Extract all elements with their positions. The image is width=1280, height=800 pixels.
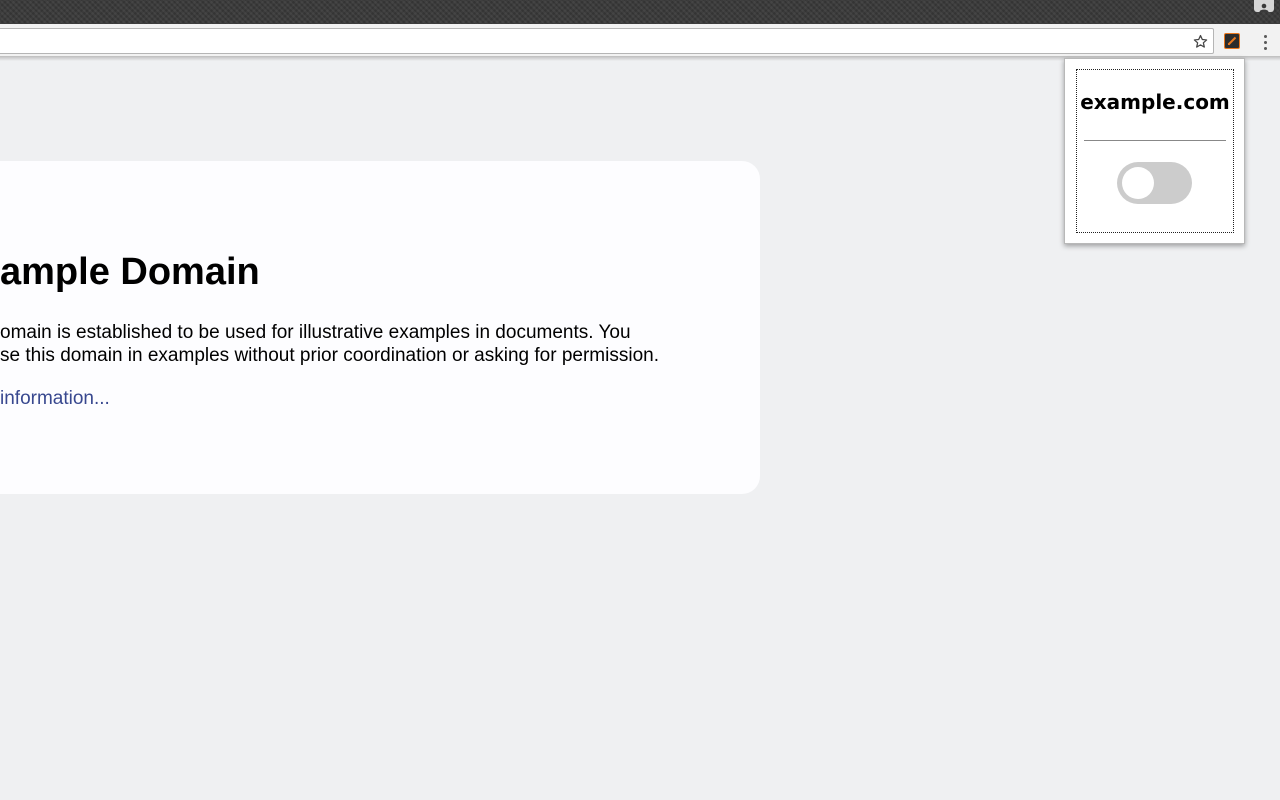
description-line-1: omain is established to be used for illu… — [0, 322, 631, 343]
menu-icon[interactable] — [1258, 32, 1272, 52]
popup-frame: example.com — [1076, 69, 1234, 233]
extension-popup: example.com — [1064, 58, 1245, 244]
more-information-link[interactable]: information... — [0, 387, 110, 410]
address-bar[interactable] — [0, 28, 1214, 54]
site-toggle-switch[interactable] — [1117, 162, 1192, 204]
window-titlebar — [0, 0, 1280, 24]
profile-icon[interactable] — [1254, 0, 1274, 12]
star-icon[interactable] — [1191, 32, 1209, 50]
description-line-2: se this domain in examples without prior… — [0, 345, 659, 366]
extension-icon[interactable] — [1224, 33, 1240, 49]
popup-site-title: example.com — [1080, 90, 1230, 114]
browser-toolbar — [0, 24, 1280, 60]
popup-divider — [1084, 140, 1226, 141]
page-description: omain is established to be used for illu… — [0, 321, 659, 367]
toggle-knob — [1122, 167, 1154, 199]
page-title: ample Domain — [0, 251, 260, 293]
